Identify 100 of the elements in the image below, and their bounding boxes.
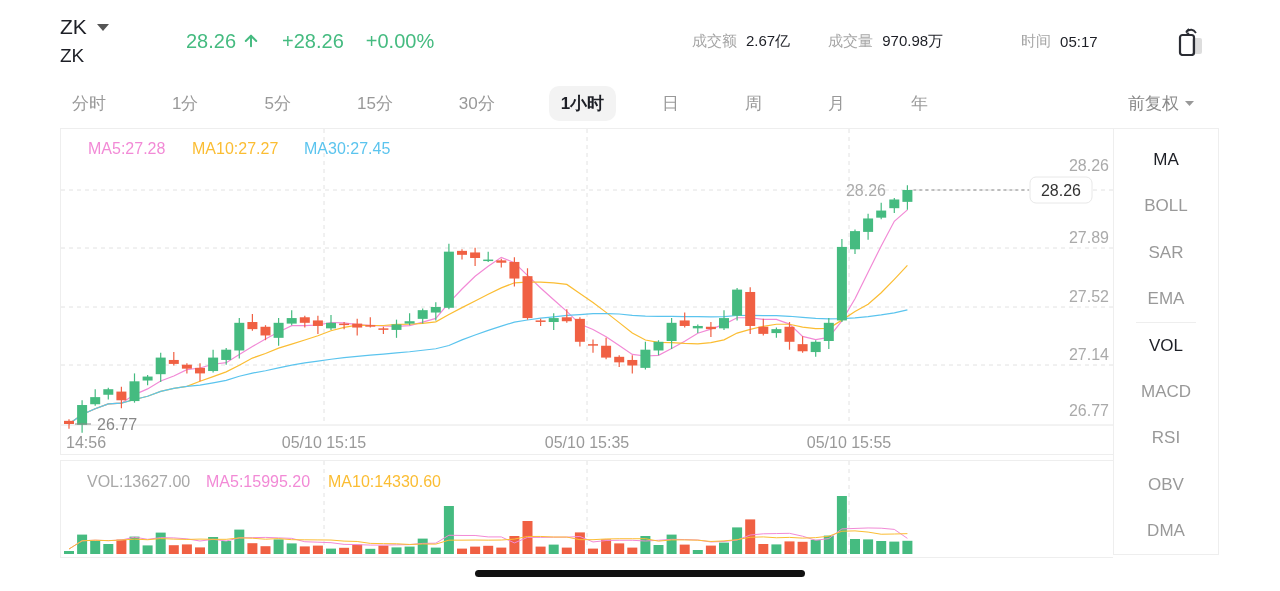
ma-legend: MA5:27.28	[88, 140, 166, 157]
volume-bar	[116, 539, 127, 554]
stat-label: 成交量	[828, 31, 874, 51]
period-tab[interactable]: 月	[816, 85, 858, 121]
candlestick	[823, 317, 834, 350]
volume-bar	[574, 532, 585, 554]
price-change-percent: +0.00%	[365, 29, 435, 53]
volume-bar	[273, 539, 284, 554]
volume-legend: MA10:14330.60	[328, 473, 441, 490]
volume-bar	[352, 544, 363, 554]
indicator-option[interactable]: VOL	[1143, 322, 1189, 370]
indicator-option[interactable]: OBV	[1142, 461, 1190, 508]
volume-bar	[247, 543, 258, 554]
volume-bar	[823, 535, 834, 554]
volume-bar	[77, 534, 88, 554]
volume-bar	[679, 544, 690, 554]
period-tab[interactable]: 1小时	[548, 85, 617, 121]
volume-bar	[470, 546, 481, 554]
candlestick	[719, 309, 729, 331]
candlestick	[168, 351, 179, 367]
indicator-option[interactable]: BOLL	[1138, 183, 1194, 230]
candlestick	[234, 317, 245, 359]
volume-bar	[535, 546, 546, 554]
stat-label: 成交额	[692, 31, 737, 51]
candlestick	[797, 335, 808, 354]
volume-bar	[758, 544, 769, 554]
period-tab[interactable]: 周	[733, 85, 775, 121]
volume-bar	[614, 543, 625, 554]
volume-bar	[666, 534, 677, 554]
indicator-option[interactable]: MA	[1147, 137, 1185, 184]
candlestick	[417, 307, 428, 325]
volume-bar	[509, 536, 520, 554]
volume-bar	[601, 539, 612, 554]
y-axis-label: 26.77	[1068, 402, 1109, 419]
indicator-option[interactable]: SAR	[1142, 229, 1190, 276]
stat-value: 2.67亿	[746, 31, 791, 51]
volume-bar	[797, 541, 808, 554]
candlestick	[430, 301, 441, 322]
candlestick	[601, 337, 612, 360]
volume-bar	[430, 547, 441, 554]
stat-label: 时间	[1021, 31, 1052, 51]
volume-bar	[732, 527, 743, 554]
y-axis-label: 27.14	[1068, 346, 1109, 363]
candlestick	[705, 321, 716, 338]
volume-bar	[561, 547, 572, 554]
candlestick	[299, 315, 310, 329]
x-axis-label: 14:56	[66, 434, 107, 451]
candlestick	[850, 228, 860, 255]
volume-bar	[404, 546, 415, 554]
candlestick	[483, 251, 494, 263]
volume-bar	[719, 542, 729, 554]
indicator-option[interactable]: MACD	[1134, 369, 1198, 416]
volume-bar	[810, 539, 821, 554]
period-tab[interactable]: 30分	[446, 85, 507, 121]
volume-bar	[496, 547, 507, 554]
ma-legend: MA10:27.27	[192, 140, 279, 157]
y-axis-label: 27.52	[1068, 288, 1109, 305]
rotate-screen-icon[interactable]	[1177, 26, 1204, 56]
y-axis-label: 28.26	[1068, 157, 1109, 174]
volume-bar	[627, 547, 638, 554]
candlestick	[758, 318, 769, 337]
stat-value: 05:17	[1060, 32, 1098, 50]
stat-value: 970.98万	[882, 31, 944, 51]
period-tab[interactable]: 分时	[60, 85, 118, 121]
x-axis-label: 05/10 15:35	[544, 434, 630, 451]
caret-down-icon[interactable]	[96, 23, 109, 31]
candlestick	[627, 354, 638, 374]
period-tab[interactable]: 日	[650, 85, 692, 121]
adjust-dropdown[interactable]: 前复权	[1122, 90, 1200, 116]
volume-bar	[90, 541, 101, 554]
volume-bar	[391, 547, 402, 554]
volume-bar	[548, 544, 559, 554]
candlestick	[116, 386, 127, 409]
caret-down-icon	[1185, 100, 1194, 106]
period-tab[interactable]: 15分	[344, 85, 405, 121]
period-tab[interactable]: 年	[899, 85, 941, 121]
candlestick	[509, 256, 520, 288]
candlestick	[863, 213, 874, 241]
candlestick	[810, 339, 821, 358]
volume-bar	[705, 545, 716, 554]
volume-bar	[588, 548, 598, 554]
period-tab[interactable]: 1分	[160, 85, 211, 121]
candlestick	[247, 313, 258, 332]
indicator-option[interactable]: EMA	[1141, 275, 1191, 322]
indicator-option[interactable]: RSI	[1145, 415, 1187, 462]
period-tab[interactable]: 5分	[252, 85, 303, 121]
candlestick	[352, 318, 363, 337]
volume-bar	[326, 548, 336, 554]
candlestick	[653, 339, 664, 356]
candlestick	[103, 387, 114, 401]
volume-bar	[378, 545, 389, 554]
candlestick	[365, 316, 376, 329]
indicator-option[interactable]: DMA	[1141, 507, 1191, 554]
volume-bar	[902, 540, 913, 554]
ma-legend: MA30:27.45	[304, 140, 391, 157]
candlestick	[195, 362, 205, 382]
candlestick	[181, 362, 192, 374]
candlestick	[404, 312, 415, 326]
volume-bar	[771, 544, 782, 554]
volume-bar	[443, 506, 454, 554]
